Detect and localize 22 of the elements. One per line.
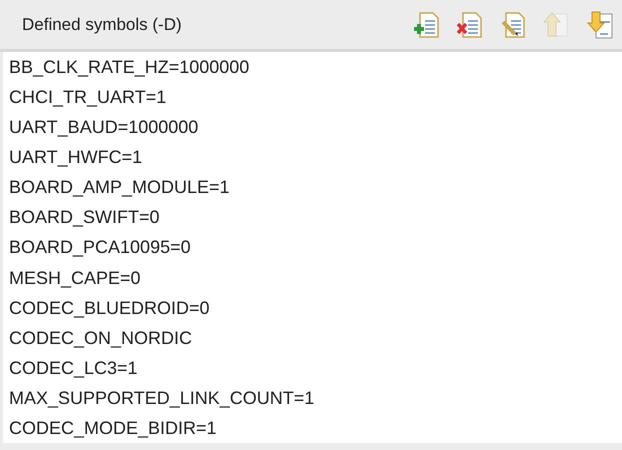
symbol-item[interactable]: BOARD_PCA10095=0 xyxy=(9,232,622,263)
symbol-item[interactable]: BOARD_AMP_MODULE=1 xyxy=(9,172,622,202)
panel-title: Defined symbols (-D) xyxy=(22,14,182,34)
symbol-item[interactable]: MESH_CAPE=0 xyxy=(9,262,622,293)
symbol-item[interactable]: BOARD_SWIFT=0 xyxy=(9,202,622,232)
delete-document-icon xyxy=(457,10,485,40)
edit-button[interactable] xyxy=(500,10,528,40)
symbol-item[interactable]: MAX_SUPPORTED_LINK_COUNT=1 xyxy=(9,382,622,413)
symbol-item[interactable]: CODEC_MODE_BIDIR=1 xyxy=(9,412,622,443)
symbol-item[interactable]: CODEC_ON_NORDIC xyxy=(9,322,622,353)
symbol-item[interactable]: UART_BAUD=1000000 xyxy=(9,112,622,142)
symbol-item[interactable]: BB_CLK_RATE_HZ=1000000 xyxy=(9,52,622,82)
down-button[interactable] xyxy=(586,10,614,40)
add-button[interactable] xyxy=(414,10,442,40)
add-document-icon xyxy=(414,10,442,40)
edit-document-icon xyxy=(500,10,528,40)
delete-button[interactable] xyxy=(457,10,485,40)
symbol-item[interactable]: UART_HWFC=1 xyxy=(9,142,622,172)
symbol-item[interactable]: CHCI_TR_UART=1 xyxy=(9,82,622,112)
symbol-item[interactable]: CODEC_LC3=1 xyxy=(9,352,622,383)
move-down-icon xyxy=(586,10,614,40)
symbol-item[interactable]: CODEC_BLUEDROID=0 xyxy=(9,292,622,323)
